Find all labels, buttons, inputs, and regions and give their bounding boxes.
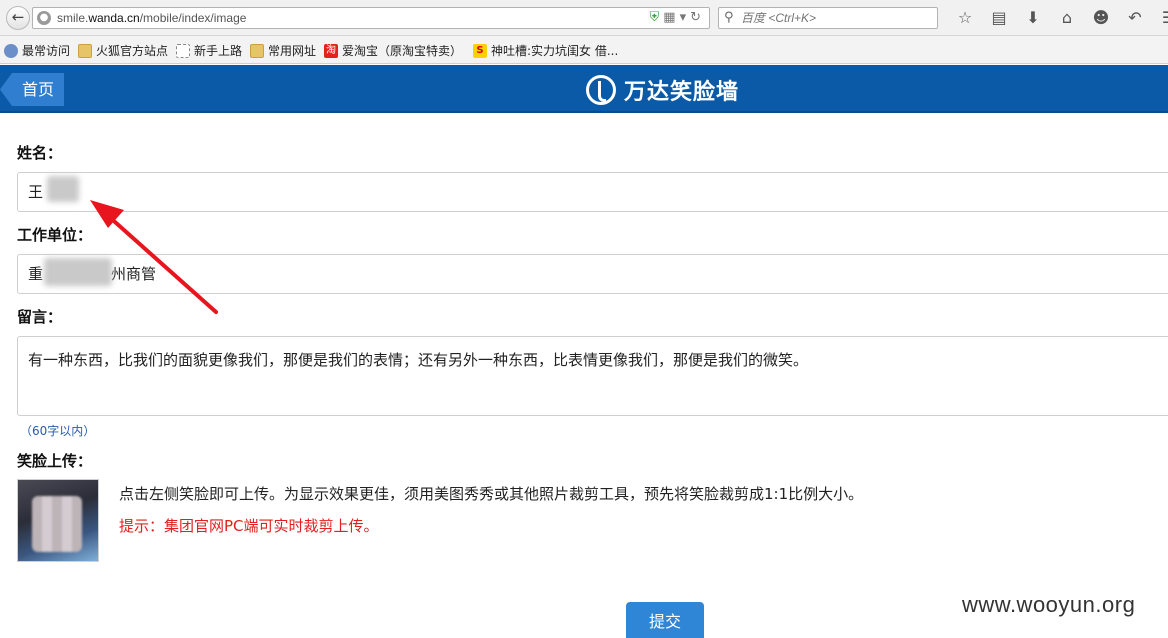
site-header: 首页 万达笑脸墙: [0, 65, 1168, 113]
redaction-blur: [47, 176, 79, 202]
taobao-icon: 淘: [324, 43, 338, 58]
bookmark-aitaobao[interactable]: 淘爱淘宝（原淘宝特卖）: [324, 42, 462, 59]
upload-tip: 提示：集团官网PC端可实时裁剪上传。: [119, 517, 379, 535]
back-icon[interactable]: ←: [6, 6, 30, 30]
bookmark-getting-started[interactable]: 新手上路: [176, 42, 242, 59]
address-bar[interactable]: ● smile.wanda.cn/mobile/index/image ⛨▦▾↻: [32, 7, 710, 29]
reading-list-icon[interactable]: ▤: [982, 8, 1016, 28]
bookmark-shentucao[interactable]: S 神吐槽:实力坑闺女 借...: [473, 42, 618, 59]
avatar-photo: [32, 496, 82, 552]
logo-text: 万达笑脸墙: [624, 80, 740, 105]
company-field[interactable]: 重州商管: [17, 254, 1168, 294]
star-icon: [4, 43, 18, 58]
toolbar-icons: ☆ ▤ ⬇ ⌂ ☻ ↶ ☰: [948, 8, 1168, 28]
browser-toolbar: ← ● smile.wanda.cn/mobile/index/image ⛨▦…: [0, 0, 1168, 36]
search-bar[interactable]: ⚲: [718, 7, 938, 29]
address-url[interactable]: smile.wanda.cn/mobile/index/image: [57, 11, 246, 25]
company-label: 工作单位：: [17, 226, 93, 244]
page-icon: [176, 43, 190, 58]
search-icon: ⚲: [724, 10, 734, 25]
site-info-icon[interactable]: ●: [37, 11, 51, 25]
bookmarks-bar: 最常访问 火狐官方站点 新手上路 常用网址 淘爱淘宝（原淘宝特卖） S 神吐槽:实…: [0, 36, 1168, 64]
menu-icon[interactable]: ☰: [1152, 8, 1168, 28]
search-input[interactable]: [741, 9, 931, 27]
home-button[interactable]: 首页: [0, 73, 64, 106]
undo-icon[interactable]: ↶: [1118, 8, 1152, 28]
bookmark-star-icon[interactable]: ☆: [948, 8, 982, 28]
upload-label: 笑脸上传：: [17, 452, 93, 470]
message-length-hint: （60字以内）: [20, 424, 96, 438]
name-label: 姓名：: [17, 144, 63, 162]
home-icon[interactable]: ⌂: [1050, 8, 1084, 28]
download-icon[interactable]: ⬇: [1016, 8, 1050, 28]
bookmark-firefox-site[interactable]: 火狐官方站点: [78, 42, 168, 59]
bookmark-common-sites[interactable]: 常用网址: [250, 42, 316, 59]
dropdown-icon[interactable]: ▾: [680, 10, 691, 25]
smile-photo-upload[interactable]: [17, 479, 99, 562]
watermark-text: www.wooyun.org: [962, 592, 1136, 617]
smiley-icon[interactable]: ☻: [1084, 8, 1118, 28]
upload-instructions: 点击左侧笑脸即可上传。为显示效果更佳，须用美图秀秀或其他照片裁剪工具，预先将笑脸…: [119, 485, 864, 503]
wanda-logo-icon: [586, 75, 616, 105]
site-logo: 万达笑脸墙: [586, 74, 739, 106]
url-action-icons: ⛨▦▾↻: [650, 10, 706, 25]
submit-button[interactable]: 提交: [626, 602, 704, 638]
folder-icon: [250, 43, 264, 58]
folder-icon: [78, 43, 92, 58]
bookmark-most-visited[interactable]: 最常访问: [4, 42, 70, 59]
name-field[interactable]: 王: [17, 172, 1168, 212]
shield-icon[interactable]: ⛨: [650, 10, 664, 25]
shentucao-icon: S: [473, 43, 487, 58]
message-label: 留言：: [17, 308, 63, 326]
qr-code-icon[interactable]: ▦: [663, 10, 679, 25]
redaction-blur: [44, 258, 112, 286]
message-textarea[interactable]: 有一种东西，比我们的面貌更像我们，那便是我们的表情；还有另外一种东西，比表情更像…: [17, 336, 1168, 416]
reload-icon[interactable]: ↻: [690, 10, 705, 25]
